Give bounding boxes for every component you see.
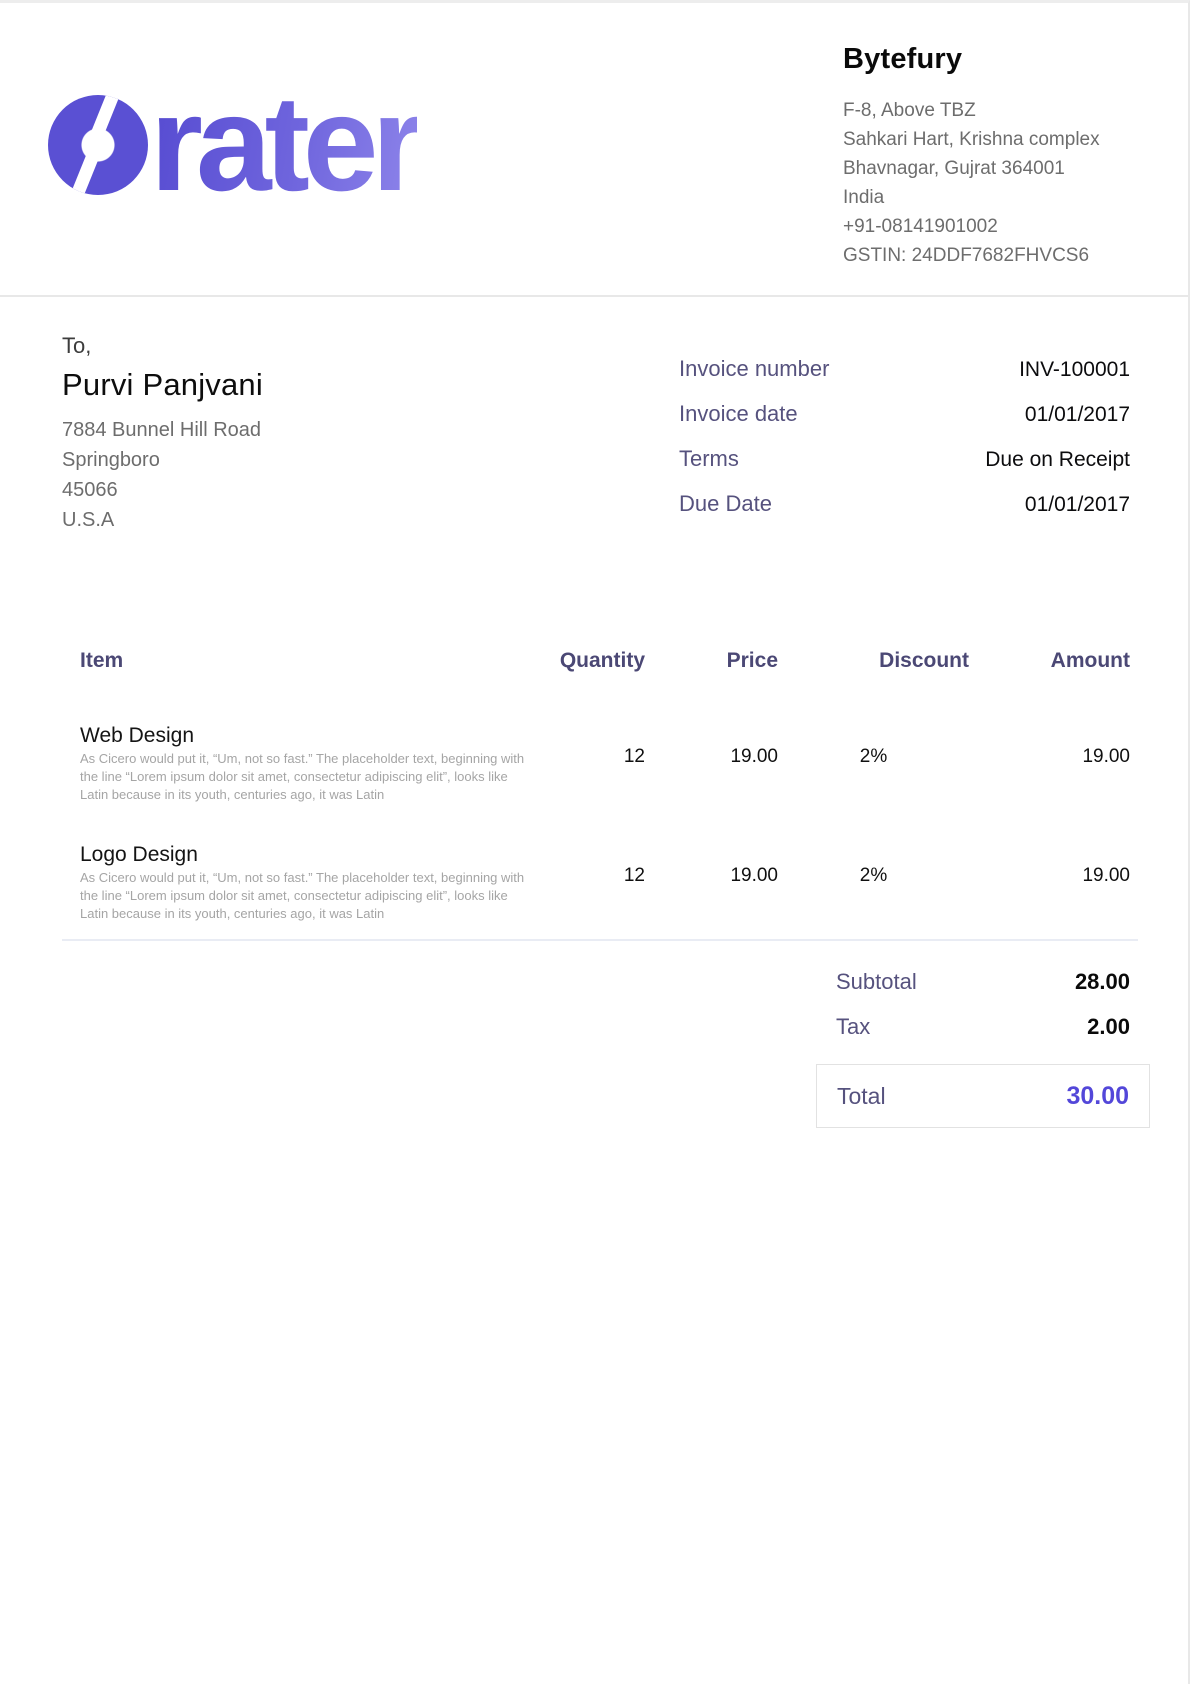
company-address-line: F-8, Above TBZ [843,96,1173,125]
item-cell: Web Design As Cicero would put it, “Um, … [62,724,542,804]
total-box: Total 30.00 [816,1064,1150,1128]
tax-label: Tax [836,1014,870,1040]
customer-address-line: U.S.A [62,505,482,535]
due-date-row: Due Date 01/01/2017 [679,491,1130,536]
item-name: Web Design [80,724,542,748]
item-quantity: 12 [542,724,645,804]
invoice-date-label: Invoice date [679,401,798,427]
invoice-number-value: INV-100001 [1019,358,1130,382]
total-value: 30.00 [1066,1082,1129,1111]
crater-logo-wordmark: rater [150,83,417,203]
item-discount: 2% [778,843,969,923]
due-date-value: 01/01/2017 [1025,493,1130,517]
item-discount: 2% [778,724,969,804]
invoice-date-row: Invoice date 01/01/2017 [679,401,1130,446]
header-divider [0,295,1188,297]
company-address-line: India [843,183,1173,212]
item-amount: 19.00 [969,843,1138,923]
invoice-number-label: Invoice number [679,356,829,382]
items-table: Item Quantity Price Discount Amount Web … [62,648,1138,941]
tax-row: Tax 2.00 [816,1011,1150,1043]
item-quantity: 12 [542,843,645,923]
customer-address-line: 7884 Bunnel Hill Road [62,415,482,445]
terms-row: Terms Due on Receipt [679,446,1130,491]
company-address-line: Bhavnagar, Gujrat 364001 [843,154,1173,183]
company-gstin: GSTIN: 24DDF7682FHVCS6 [843,241,1173,270]
invoice-page: rater Bytefury F-8, Above TBZ Sahkari Ha… [0,0,1190,1684]
customer-address-line: Springboro [62,445,482,475]
terms-value: Due on Receipt [985,448,1130,472]
invoice-number-row: Invoice number INV-100001 [679,356,1130,401]
header-quantity: Quantity [542,648,645,674]
item-description: As Cicero would put it, “Um, not so fast… [80,750,532,804]
terms-label: Terms [679,446,739,472]
items-table-header: Item Quantity Price Discount Amount [62,648,1138,674]
header-discount: Discount [778,648,969,674]
item-price: 19.00 [645,843,778,923]
item-amount: 19.00 [969,724,1138,804]
company-info: Bytefury F-8, Above TBZ Sahkari Hart, Kr… [843,43,1173,270]
company-name: Bytefury [843,43,1173,76]
subtotal-value: 28.00 [1075,969,1130,995]
table-divider [62,939,1138,941]
subtotal-label: Subtotal [836,969,917,995]
subtotal-row: Subtotal 28.00 [816,966,1150,998]
to-label: To, [62,333,482,359]
item-name: Logo Design [80,843,542,867]
invoice-date-value: 01/01/2017 [1025,403,1130,427]
table-row: Logo Design As Cicero would put it, “Um,… [62,843,1138,923]
item-description: As Cicero would put it, “Um, not so fast… [80,869,532,923]
company-address-line: Sahkari Hart, Krishna complex [843,125,1173,154]
item-cell: Logo Design As Cicero would put it, “Um,… [62,843,542,923]
total-label: Total [837,1083,886,1110]
header-price: Price [645,648,778,674]
customer-address-line: 45066 [62,475,482,505]
item-price: 19.00 [645,724,778,804]
tax-value: 2.00 [1087,1014,1130,1040]
customer-name: Purvi Panjvani [62,367,482,403]
invoice-meta: Invoice number INV-100001 Invoice date 0… [679,356,1130,536]
company-phone: +91-08141901002 [843,212,1173,241]
bill-to-section: To, Purvi Panjvani 7884 Bunnel Hill Road… [62,333,482,535]
due-date-label: Due Date [679,491,772,517]
crater-logo-icon [48,95,148,195]
header-amount: Amount [969,648,1138,674]
table-row: Web Design As Cicero would put it, “Um, … [62,724,1138,804]
header-item: Item [62,648,542,674]
